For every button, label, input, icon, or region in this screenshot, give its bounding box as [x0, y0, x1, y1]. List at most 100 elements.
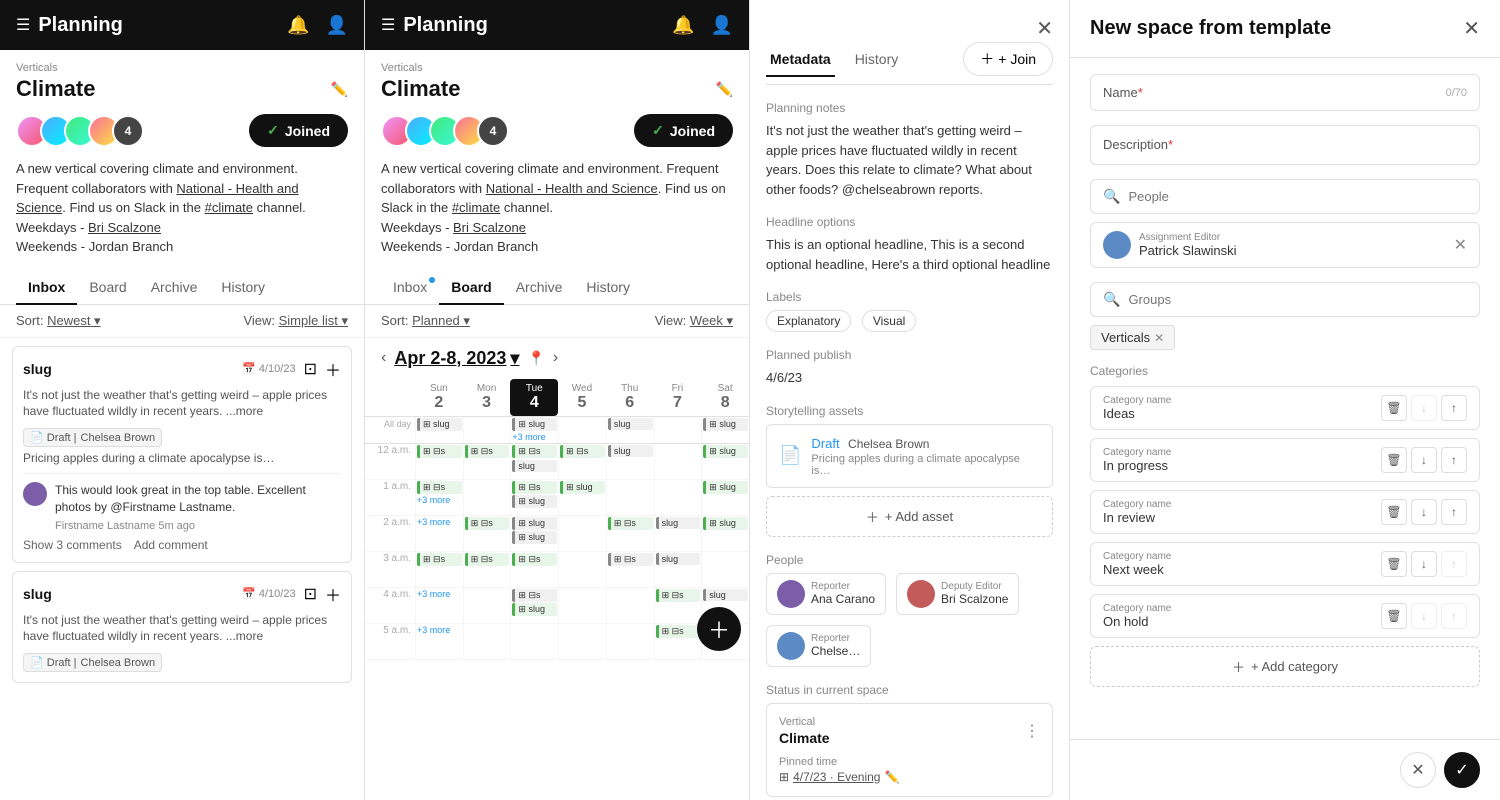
pill-thu-3[interactable]: ⊞ ⊟s — [608, 553, 653, 566]
health-science-link-p1[interactable]: National - Health and Science — [16, 181, 299, 216]
pinned-time-link[interactable]: 4/7/23 · Evening — [793, 770, 880, 784]
pill-fri-2[interactable]: slug — [656, 517, 701, 529]
date-prev-btn[interactable]: ‹ — [381, 349, 386, 367]
pill-tue-2b[interactable]: ⊞ slug — [512, 531, 557, 544]
pill-wed-1[interactable]: ⊞ slug — [560, 481, 605, 494]
tab-history-p1[interactable]: History — [209, 269, 277, 305]
pill-sun-allday[interactable]: ⊞ slug — [417, 418, 462, 431]
cat-value-ideas[interactable]: Ideas — [1103, 406, 1375, 421]
pill-thu-2[interactable]: ⊞ ⊟s — [608, 517, 653, 530]
join-button-detail[interactable]: ＋ + Join — [963, 42, 1053, 76]
sort-value-p2[interactable]: Planned ▾ — [412, 313, 470, 328]
climate-link-p2[interactable]: #climate — [452, 200, 500, 215]
edit-icon-p2[interactable]: ✏️ — [716, 81, 733, 98]
pill-sat-4[interactable]: slug — [703, 589, 748, 601]
pill-fri-3[interactable]: slug — [656, 553, 701, 565]
detail-tab-metadata[interactable]: Metadata — [766, 41, 835, 77]
commenter-link-p1[interactable]: Firstname Lastname — [55, 520, 155, 532]
add-comment-p1[interactable]: Add comment — [134, 538, 208, 552]
menu-icon-p1[interactable]: ☰ — [16, 15, 30, 35]
down-cat-inprogress[interactable]: ↓ — [1411, 447, 1437, 473]
story-title-1-p1[interactable]: slug — [23, 361, 52, 377]
label-explanatory[interactable]: Explanatory — [766, 310, 851, 332]
pill-tue-12[interactable]: ⊞ ⊟s — [512, 445, 557, 458]
add-category-button[interactable]: ＋ + Add category — [1090, 646, 1480, 687]
joined-button-p1[interactable]: ✓ Joined — [249, 114, 348, 147]
plus3-sun-2[interactable]: +3 more — [417, 517, 462, 527]
up-cat-onhold[interactable]: ↑ — [1441, 603, 1467, 629]
more-link-1-p1[interactable]: ...more — [226, 404, 263, 418]
pill-mon-12[interactable]: ⊞ ⊟s — [465, 445, 510, 458]
inbox-scroll-p1[interactable]: slug 📅 4/10/23 ⊡ ＋ It's not just the wea… — [0, 338, 364, 800]
cat-value-inprogress[interactable]: In progress — [1103, 458, 1375, 473]
delete-cat-nextweek[interactable]: 🗑 — [1381, 551, 1407, 577]
pill-tue-1[interactable]: ⊞ ⊟s — [512, 481, 557, 494]
pill-mon-3[interactable]: ⊞ ⊟s — [465, 553, 510, 566]
delete-cat-onhold[interactable]: 🗑 — [1381, 603, 1407, 629]
tab-history-p2[interactable]: History — [574, 269, 642, 305]
pill-tue-4b[interactable]: ⊞ slug — [512, 603, 557, 616]
location-icon[interactable]: 📍 — [527, 350, 544, 367]
menu-icon-p2[interactable]: ☰ — [381, 15, 395, 35]
up-cat-nextweek[interactable]: ↑ — [1441, 551, 1467, 577]
board-scroll[interactable]: Sun2 Mon3 Tue4 Wed5 Thu6 Fri7 Sat8 All d… — [365, 379, 749, 800]
user-icon-p1[interactable]: 👤 — [326, 15, 348, 36]
delete-cat-inreview[interactable]: 🗑 — [1381, 499, 1407, 525]
plus3-tue-allday[interactable]: +3 more — [512, 432, 557, 442]
pill-mon-2[interactable]: ⊞ ⊟s — [465, 517, 510, 530]
view-value-p2[interactable]: Week ▾ — [690, 313, 733, 328]
pill-tue-3[interactable]: ⊞ ⊟s — [512, 553, 557, 566]
pill-tue-1b[interactable]: ⊞ slug — [512, 495, 557, 508]
view-value-p1[interactable]: Simple list ▾ — [279, 313, 348, 328]
close-button-detail[interactable]: ✕ — [1036, 16, 1053, 41]
mention-chelseabrown[interactable]: @chelseabrown — [842, 182, 935, 197]
up-cat-ideas[interactable]: ↑ — [1441, 395, 1467, 421]
tab-board-p1[interactable]: Board — [77, 269, 138, 305]
people-search-field[interactable]: 🔍 — [1090, 179, 1480, 214]
mention-link-p1[interactable]: @Firstname Lastname — [110, 500, 232, 514]
tab-board-p2[interactable]: Board — [439, 269, 503, 305]
story-add-2-p1[interactable]: ＋ — [325, 582, 341, 606]
delete-cat-inprogress[interactable]: 🗑 — [1381, 447, 1407, 473]
tab-inbox-p1[interactable]: Inbox — [16, 269, 77, 305]
pill-fri-5[interactable]: ⊞ ⊟s — [656, 625, 701, 638]
story-menu-2-p1[interactable]: ⊡ — [304, 584, 317, 604]
draft-badge-1-p1[interactable]: 📄 Draft | Chelsea Brown — [23, 428, 162, 447]
cat-value-onhold[interactable]: On hold — [1103, 614, 1375, 629]
cat-value-inreview[interactable]: In review — [1103, 510, 1375, 525]
pill-sun-12[interactable]: ⊞ ⊟s — [417, 445, 462, 458]
date-next-btn[interactable]: › — [553, 349, 558, 367]
pill-sat-1[interactable]: ⊞ slug — [703, 481, 748, 494]
plus3-sun-1[interactable]: +3 more — [417, 495, 462, 505]
pill-sat-2[interactable]: ⊞ slug — [703, 517, 748, 530]
plus3-sun-5[interactable]: +3 more — [417, 625, 462, 635]
plus3-sun-4[interactable]: +3 more — [417, 589, 462, 599]
show-comments-p1[interactable]: Show 3 comments — [23, 538, 122, 552]
bri-link-p2[interactable]: Bri Scalzone — [453, 220, 526, 235]
pill-sat-12[interactable]: ⊞ slug — [703, 445, 748, 458]
climate-link-p1[interactable]: #climate — [205, 200, 253, 215]
people-search-input[interactable] — [1128, 189, 1467, 204]
cancel-footer-btn[interactable]: ✕ — [1400, 752, 1436, 788]
down-cat-ideas[interactable]: ↓ — [1411, 395, 1437, 421]
tab-inbox-p2[interactable]: Inbox — [381, 269, 439, 305]
bell-icon-p1[interactable]: 🔔 — [287, 15, 309, 36]
detail-scroll[interactable]: Planning notes It's not just the weather… — [750, 85, 1069, 800]
asset-draft-link[interactable]: Draft — [811, 436, 839, 451]
pill-tue-allday[interactable]: ⊞ slug — [512, 418, 557, 431]
pill-sun-3[interactable]: ⊞ ⊟s — [417, 553, 462, 566]
pill-tue-12b[interactable]: slug — [512, 460, 557, 472]
confirm-footer-btn[interactable]: ✓ — [1444, 752, 1480, 788]
label-visual[interactable]: Visual — [862, 310, 916, 332]
pill-tue-2[interactable]: ⊞ slug — [512, 517, 557, 530]
verticals-tag-remove[interactable]: ✕ — [1154, 331, 1164, 345]
edit-icon-p1[interactable]: ✏️ — [331, 81, 348, 98]
pill-sat-allday[interactable]: ⊞ slug — [703, 418, 748, 431]
draft-badge-2-p1[interactable]: 📄 Draft | Chelsea Brown — [23, 653, 162, 672]
down-cat-onhold[interactable]: ↓ — [1411, 603, 1437, 629]
pill-thu-allday[interactable]: slug — [608, 418, 653, 430]
pill-thu-12[interactable]: slug — [608, 445, 653, 457]
template-scroll[interactable]: Name* 0/70 Description* 🔍 Assignment Edi… — [1070, 58, 1500, 739]
groups-search-input[interactable] — [1128, 292, 1467, 307]
user-icon-p2[interactable]: 👤 — [711, 15, 733, 36]
